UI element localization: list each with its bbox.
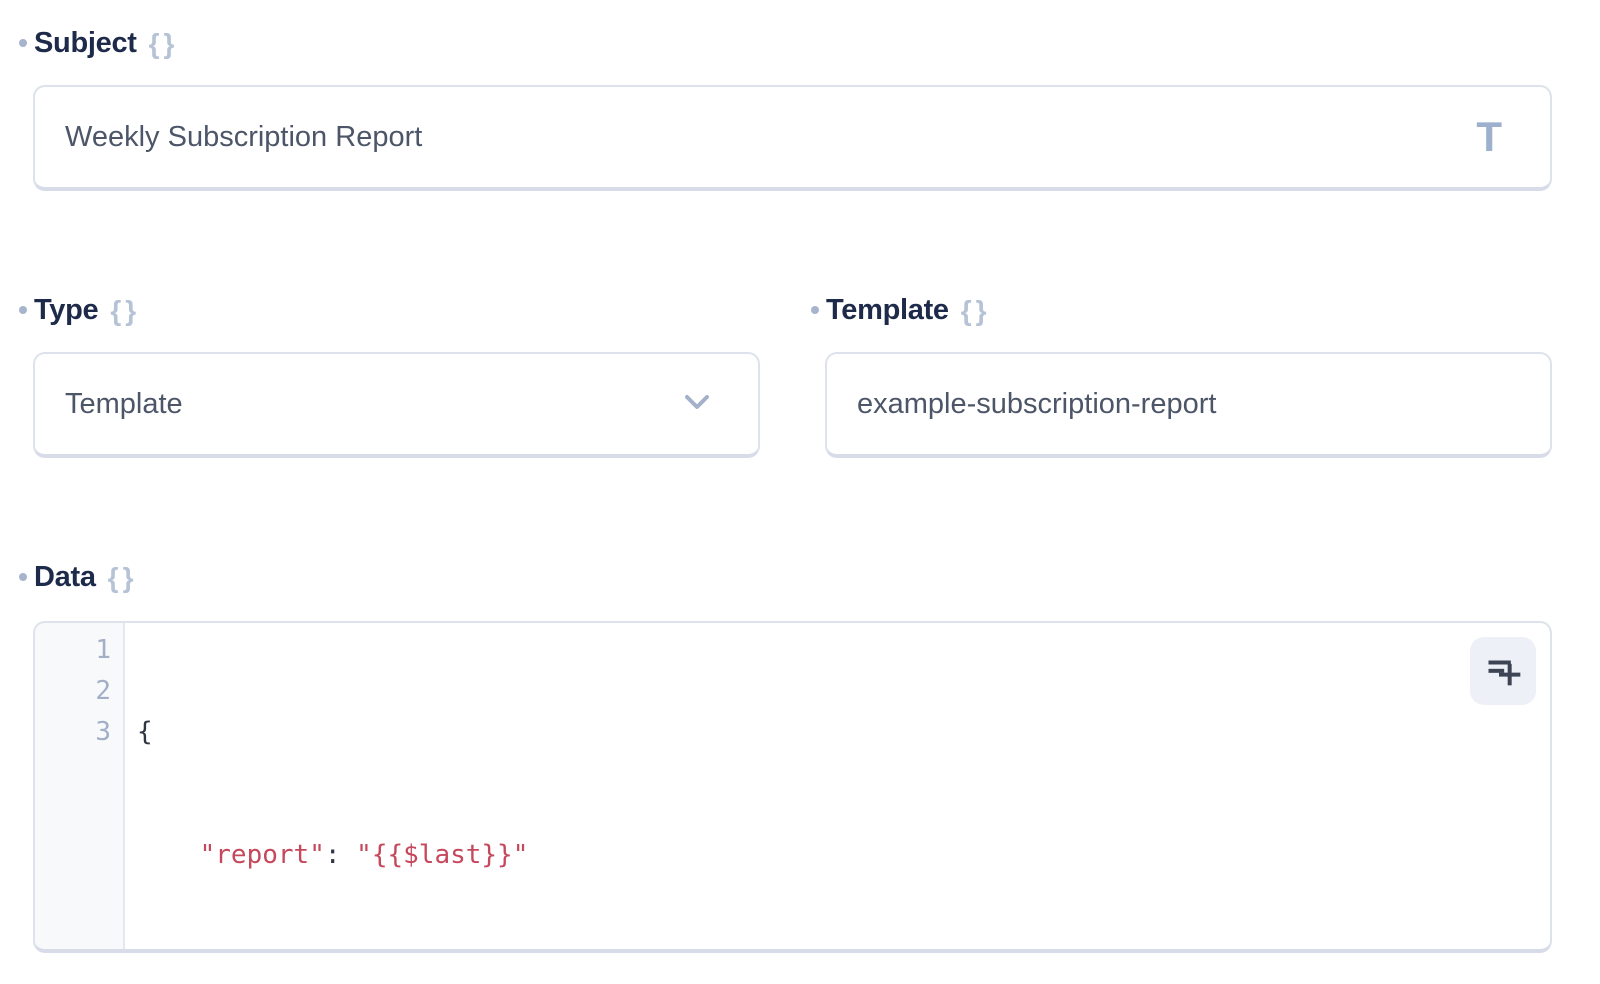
- template-label-row: Template {}: [811, 294, 1552, 326]
- json-code-editor[interactable]: 1 2 3 { "report": "{{$last}}" }: [33, 621, 1552, 953]
- format-json-button[interactable]: [1470, 637, 1536, 705]
- code-line: "report": "{{$last}}": [137, 835, 1550, 876]
- type-label-row: Type {}: [19, 294, 760, 326]
- field-bullet: [19, 306, 27, 314]
- data-label: Data: [34, 561, 96, 594]
- field-bullet: [811, 306, 819, 314]
- line-number: 1: [35, 630, 111, 671]
- playlist-add-icon: [1483, 650, 1523, 693]
- template-label: Template: [826, 294, 949, 327]
- form-page: Subject {} Weekly Subscription Report T …: [0, 0, 1600, 953]
- type-template-row: Type {} Template Template {} example-sub…: [33, 294, 1552, 458]
- subject-label-row: Subject {}: [19, 27, 1552, 59]
- braces-icon[interactable]: {}: [110, 295, 140, 325]
- braces-icon[interactable]: {}: [149, 28, 179, 58]
- field-bullet: [19, 573, 27, 581]
- code-token-string: "report": [200, 840, 325, 870]
- data-label-row: Data {}: [19, 561, 1552, 593]
- type-field: Type {} Template: [33, 294, 760, 458]
- data-field: Data {} 1 2 3 { "report": "{{$last}}" }: [33, 561, 1552, 953]
- chevron-down-icon: [680, 388, 714, 421]
- field-bullet: [19, 39, 27, 47]
- template-input[interactable]: example-subscription-report: [825, 352, 1552, 458]
- code-token-string: "{{$last}}": [356, 840, 528, 870]
- subject-input-value: Weekly Subscription Report: [65, 121, 422, 154]
- code-token: :: [325, 840, 356, 870]
- text-format-icon[interactable]: T: [1476, 116, 1520, 158]
- braces-icon[interactable]: {}: [108, 562, 138, 592]
- subject-field: Subject {} Weekly Subscription Report T: [33, 27, 1552, 191]
- code-token: [137, 840, 200, 870]
- line-number-gutter: 1 2 3: [35, 623, 125, 949]
- template-input-value: example-subscription-report: [857, 388, 1216, 421]
- code-token: {: [137, 717, 153, 747]
- type-label: Type: [34, 294, 98, 327]
- template-field: Template {} example-subscription-report: [825, 294, 1552, 458]
- braces-icon[interactable]: {}: [961, 295, 991, 325]
- type-select-value: Template: [65, 388, 183, 421]
- code-content[interactable]: { "report": "{{$last}}" }: [125, 623, 1550, 949]
- subject-input[interactable]: Weekly Subscription Report T: [33, 85, 1552, 191]
- line-number: 2: [35, 671, 111, 712]
- type-select[interactable]: Template: [33, 352, 760, 458]
- subject-label: Subject: [34, 27, 137, 60]
- line-number: 3: [35, 712, 111, 753]
- code-line: {: [137, 712, 1550, 753]
